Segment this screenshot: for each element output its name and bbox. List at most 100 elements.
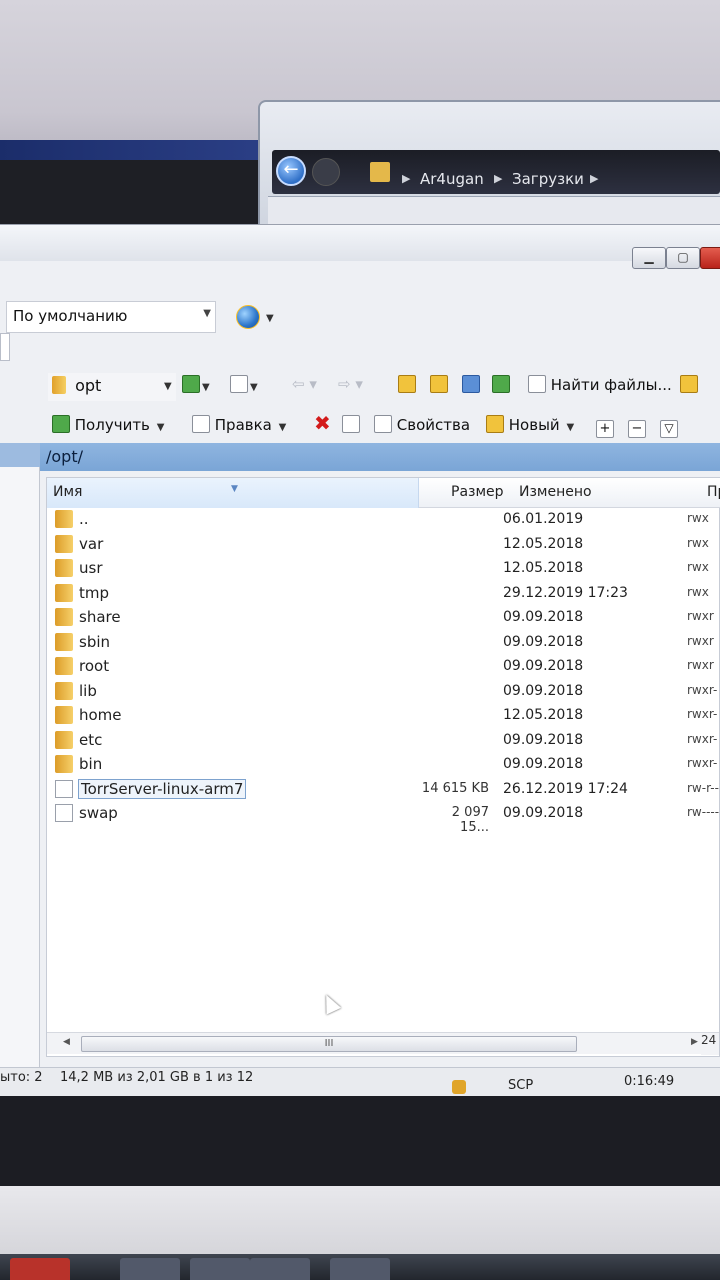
file-modified: 09.09.2018 xyxy=(503,682,584,699)
breadcrumb-item[interactable]: Загрузки xyxy=(512,170,584,188)
file-row[interactable]: swap 2 097 15... 09.09.2018 rw---- xyxy=(47,802,720,835)
root-dir-button[interactable] xyxy=(430,375,448,394)
maximize-button[interactable]: ▢ xyxy=(666,247,700,269)
file-row[interactable]: TorrServer-linux-arm7 14 615 KB 26.12.2019… xyxy=(47,778,720,802)
chevron-down-icon[interactable]: ▼ xyxy=(162,375,172,393)
back-button[interactable]: ⇦ ▾ xyxy=(292,375,317,393)
folder-icon xyxy=(55,706,73,724)
file-name: root xyxy=(79,657,110,675)
edit-label: Правка xyxy=(214,416,272,434)
chevron-down-icon[interactable]: ▼ xyxy=(266,313,274,324)
screen-glare xyxy=(0,1186,720,1256)
scroll-right-icon[interactable]: ▶ xyxy=(691,1037,698,1047)
scroll-thumb[interactable]: III xyxy=(81,1036,577,1052)
folder-row[interactable]: root 09.09.2018 rwxr xyxy=(47,655,720,679)
parent-dir-button[interactable] xyxy=(398,375,416,394)
file-modified: 09.09.2018 xyxy=(503,658,584,674)
column-modified[interactable]: Изменено xyxy=(519,484,592,500)
column-size[interactable]: Размер xyxy=(451,484,504,500)
open-folder-button[interactable]: ▼ xyxy=(182,375,210,394)
winscp-window: ▁ ▢ По умолчанию ▼ ▼ opt ▼ ▼ ▼ ⇦ ▾ ⇨ ▾ Н… xyxy=(0,224,720,1105)
folder-row[interactable]: var 12.05.2018 rwx xyxy=(47,533,720,557)
session-profile-select[interactable]: По умолчанию ▼ xyxy=(6,301,216,333)
globe-icon[interactable] xyxy=(236,305,260,329)
file-rights: rwx xyxy=(687,560,709,574)
file-rights: rwxr xyxy=(687,633,714,648)
taskbar-button[interactable] xyxy=(10,1258,70,1280)
delete-icon[interactable]: ✖ xyxy=(314,411,331,435)
column-rights[interactable]: Пр xyxy=(707,484,720,500)
taskbar-button[interactable] xyxy=(120,1258,180,1280)
filter-icon xyxy=(230,375,248,393)
find-files-button[interactable]: Найти файлы... xyxy=(528,375,672,394)
title-bar xyxy=(0,225,720,261)
folder-row[interactable]: sbin 09.09.2018 rwxr xyxy=(47,631,720,655)
close-button[interactable] xyxy=(700,247,720,269)
directory-select[interactable]: opt xyxy=(48,373,176,401)
download-label: Получить xyxy=(74,416,150,434)
file-modified: 09.09.2018 xyxy=(503,609,584,625)
download-icon xyxy=(52,415,70,433)
folder-icon xyxy=(55,681,73,700)
edit-icon xyxy=(192,415,210,433)
select-plus-button[interactable]: + xyxy=(596,415,614,438)
file-modified: 09.09.2018 xyxy=(503,731,584,748)
forward-button[interactable]: ⇨ ▾ xyxy=(338,375,363,393)
folder-row[interactable]: home 12.05.2018 rwxr- xyxy=(47,704,720,728)
download-button[interactable]: Получить ▼ xyxy=(52,415,164,434)
home-button[interactable] xyxy=(462,375,480,394)
folder-row[interactable]: usr 12.05.2018 rwx xyxy=(47,557,720,581)
tab-stub[interactable] xyxy=(0,333,10,361)
taskbar-button[interactable] xyxy=(190,1258,250,1280)
filter-button[interactable]: ▼ xyxy=(230,375,258,394)
folder-icon xyxy=(55,730,73,749)
taskbar-button[interactable] xyxy=(330,1258,390,1280)
scroll-left-icon[interactable]: ◀ xyxy=(63,1037,70,1047)
back-arrow-icon[interactable]: ← xyxy=(276,156,306,186)
search-icon xyxy=(528,375,546,393)
folder-row[interactable]: lib 09.09.2018 rwxr- xyxy=(47,680,720,704)
monitor-bezel xyxy=(0,1096,720,1186)
breadcrumb-item[interactable]: Ar4ugan xyxy=(420,170,484,188)
folder-row[interactable]: share 09.09.2018 rwxr xyxy=(47,606,720,630)
open-folder-icon xyxy=(182,375,200,393)
file-name: bin xyxy=(79,755,103,773)
remote-path: /opt/ xyxy=(46,447,83,466)
new-button[interactable]: Новый ▼ xyxy=(486,415,574,434)
local-panel[interactable] xyxy=(0,443,40,1067)
directory-select-value: opt xyxy=(75,376,102,395)
properties-button[interactable]: Свойства xyxy=(374,415,470,434)
chevron-down-icon: ▼ xyxy=(203,308,211,319)
folder-row[interactable]: tmp 29.12.2019 17:23 rwx xyxy=(47,582,720,606)
bookmarks-button[interactable] xyxy=(680,375,698,394)
remote-path-bar[interactable]: /opt/ xyxy=(40,443,720,471)
lock-icon xyxy=(452,1080,466,1094)
forward-arrow-icon[interactable] xyxy=(312,158,340,186)
rename-button[interactable] xyxy=(342,415,360,434)
edit-button[interactable]: Правка ▼ xyxy=(192,415,286,434)
remote-file-list[interactable]: ▼ Имя Размер Изменено Пр .. 06.01.2019 rwx… xyxy=(46,477,720,1057)
folder-icon xyxy=(55,583,73,602)
file-modified: 12.05.2018 xyxy=(503,707,584,723)
plus-icon: + xyxy=(596,420,614,438)
horizontal-scrollbar[interactable]: ◀ III ▶ 24 xyxy=(47,1032,719,1055)
refresh-button[interactable] xyxy=(492,375,510,394)
file-name: swap xyxy=(79,804,118,822)
filter-mask-button[interactable]: ▽ xyxy=(660,415,678,438)
new-folder-icon xyxy=(486,415,504,433)
folder-icon xyxy=(55,559,73,577)
taskbar-button[interactable] xyxy=(250,1258,310,1280)
properties-label: Свойства xyxy=(396,416,471,434)
minimize-button[interactable]: ▁ xyxy=(632,247,666,269)
folder-row[interactable]: .. 06.01.2019 rwx xyxy=(47,508,720,532)
folder-icon xyxy=(370,162,390,182)
folder-row[interactable]: bin 09.09.2018 rwxr- xyxy=(47,753,720,777)
select-minus-button[interactable]: − xyxy=(628,415,646,438)
session-profile-value: По умолчанию xyxy=(13,307,128,325)
chevron-right-icon: ▶ xyxy=(494,172,503,185)
file-name: lib xyxy=(79,681,97,700)
folder-row[interactable]: etc 09.09.2018 rwxr- xyxy=(47,729,720,753)
sort-caret-icon: ▼ xyxy=(231,484,238,494)
column-name[interactable]: Имя xyxy=(53,484,82,500)
bookmark-icon xyxy=(680,375,698,393)
